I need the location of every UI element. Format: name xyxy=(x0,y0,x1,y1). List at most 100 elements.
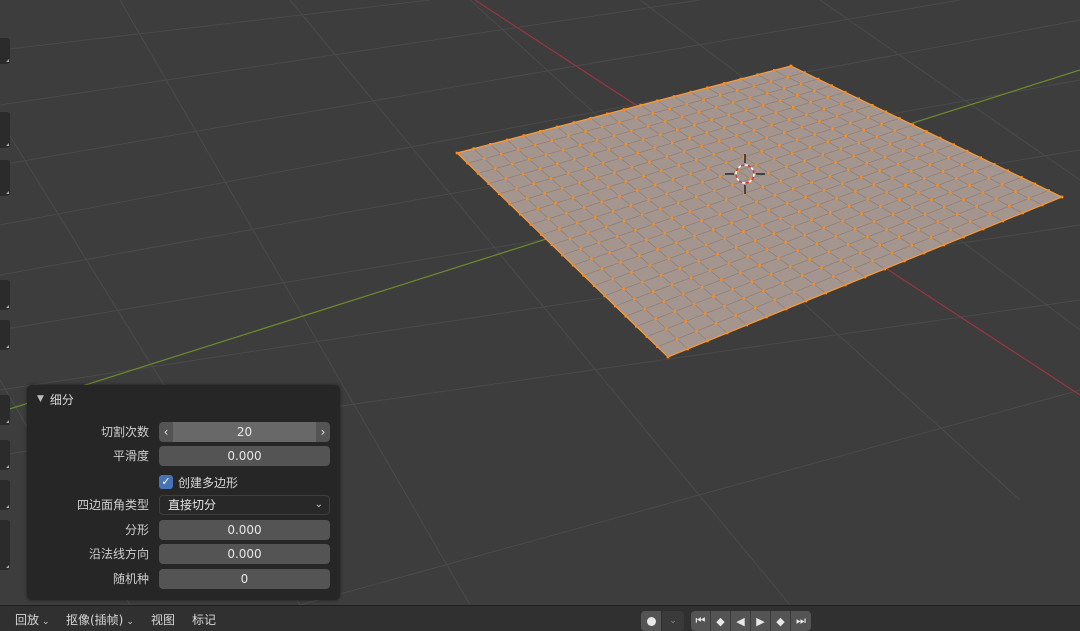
mesh-vertex[interactable] xyxy=(676,128,679,132)
mesh-vertex[interactable] xyxy=(634,116,638,120)
mesh-vertex[interactable] xyxy=(866,235,869,239)
mesh-vertex[interactable] xyxy=(643,307,647,311)
mesh-vertex[interactable] xyxy=(761,103,765,107)
mesh-vertex[interactable] xyxy=(925,130,928,133)
mesh-vertex[interactable] xyxy=(800,274,804,277)
mesh-vertex[interactable] xyxy=(936,184,939,187)
mesh-vertex[interactable] xyxy=(753,306,757,310)
mesh-vertex[interactable] xyxy=(543,192,546,195)
mesh-vertex[interactable] xyxy=(685,102,688,106)
mesh-vertex[interactable] xyxy=(844,134,847,138)
tool-icon[interactable] xyxy=(0,160,10,196)
mesh-vertex[interactable] xyxy=(567,172,570,175)
mesh-vertex[interactable] xyxy=(719,175,722,178)
mesh-vertex[interactable] xyxy=(684,320,687,323)
mesh-vertex[interactable] xyxy=(779,217,782,220)
mesh-vertex[interactable] xyxy=(725,198,728,201)
mesh-vertex[interactable] xyxy=(756,73,759,76)
mesh-vertex[interactable] xyxy=(853,227,857,231)
mesh-vertex[interactable] xyxy=(863,275,867,279)
mesh-vertex[interactable] xyxy=(701,181,704,184)
mesh-vertex[interactable] xyxy=(590,152,593,156)
mesh-vertex[interactable] xyxy=(797,173,801,177)
mesh-vertex[interactable] xyxy=(618,194,621,198)
prev-keyframe-icon[interactable]: ◆ xyxy=(711,611,731,631)
mesh-vertex[interactable] xyxy=(521,172,525,176)
along-normal-field[interactable]: 0.000 xyxy=(159,544,330,564)
mesh-vertex[interactable] xyxy=(911,123,915,127)
mesh-vertex[interactable] xyxy=(781,281,784,285)
mesh-vertex[interactable] xyxy=(828,174,832,178)
mesh-vertex[interactable] xyxy=(903,259,906,263)
mesh-vertex[interactable] xyxy=(632,297,636,301)
mesh-vertex[interactable] xyxy=(665,192,668,196)
mesh-vertex[interactable] xyxy=(803,159,806,163)
mesh-vertex[interactable] xyxy=(544,153,548,156)
mesh-vertex[interactable] xyxy=(798,210,801,213)
mesh-vertex[interactable] xyxy=(550,139,554,142)
mesh-vertex[interactable] xyxy=(922,251,926,255)
mesh-vertex[interactable] xyxy=(519,212,522,216)
mesh-vertex[interactable] xyxy=(717,139,721,143)
mesh-vertex[interactable] xyxy=(988,212,992,216)
mesh-vertex[interactable] xyxy=(589,116,592,120)
mesh-vertex[interactable] xyxy=(941,170,945,173)
mesh-vertex[interactable] xyxy=(928,163,932,166)
mesh-vertex[interactable] xyxy=(558,227,561,231)
random-seed-field[interactable]: 0 xyxy=(159,569,330,589)
mesh-vertex[interactable] xyxy=(653,183,657,187)
mesh-vertex[interactable] xyxy=(910,243,913,247)
mesh-vertex[interactable] xyxy=(730,147,733,151)
mesh-vertex[interactable] xyxy=(636,151,639,155)
mesh-vertex[interactable] xyxy=(725,331,729,335)
keying-menu[interactable]: 抠像(插帧) ⌄ xyxy=(66,612,134,628)
mesh-vertex[interactable] xyxy=(595,176,599,179)
mesh-vertex[interactable] xyxy=(857,141,861,145)
mesh-vertex[interactable] xyxy=(652,222,655,226)
mesh-vertex[interactable] xyxy=(536,207,540,211)
tool-icon[interactable] xyxy=(0,112,10,148)
auto-keying-button[interactable] xyxy=(641,611,661,631)
mesh-vertex[interactable] xyxy=(804,299,808,303)
mesh-vertex[interactable] xyxy=(708,269,712,272)
mesh-vertex[interactable] xyxy=(815,242,819,245)
panel-header[interactable]: ▼ 细分 xyxy=(37,391,74,407)
mesh-vertex[interactable] xyxy=(933,149,937,153)
mesh-vertex[interactable] xyxy=(960,163,964,166)
mesh-vertex[interactable] xyxy=(785,165,788,169)
chevron-right-icon[interactable]: › xyxy=(316,422,330,442)
mesh-vertex[interactable] xyxy=(578,181,581,185)
mesh-vertex[interactable] xyxy=(601,125,604,129)
mesh-vertex[interactable] xyxy=(645,238,648,242)
mesh-vertex[interactable] xyxy=(706,86,709,90)
mesh-vertex[interactable] xyxy=(642,174,645,178)
mesh-vertex[interactable] xyxy=(955,177,958,180)
mesh-vertex[interactable] xyxy=(752,84,756,88)
tool-icon[interactable] xyxy=(0,440,10,470)
mesh-vertex[interactable] xyxy=(666,355,670,359)
mesh-vertex[interactable] xyxy=(601,162,605,165)
mesh-vertex[interactable] xyxy=(706,204,710,207)
mesh-vertex[interactable] xyxy=(871,259,874,263)
mesh-vertex[interactable] xyxy=(695,158,698,162)
mesh-vertex[interactable] xyxy=(529,223,533,226)
mesh-vertex[interactable] xyxy=(752,129,756,132)
mesh-vertex[interactable] xyxy=(929,236,933,239)
mesh-vertex[interactable] xyxy=(897,236,901,239)
mesh-vertex[interactable] xyxy=(608,251,612,254)
keying-options-dropdown[interactable]: ⌄ xyxy=(662,611,684,631)
mesh-vertex[interactable] xyxy=(795,138,799,142)
jump-start-icon[interactable]: ⏮ xyxy=(691,611,711,631)
mesh-vertex[interactable] xyxy=(884,110,888,114)
mesh-vertex[interactable] xyxy=(565,211,568,215)
mesh-vertex[interactable] xyxy=(793,290,796,294)
mesh-vertex[interactable] xyxy=(613,304,617,308)
mesh-vertex[interactable] xyxy=(727,113,731,117)
tool-icon[interactable] xyxy=(0,480,10,510)
mesh-vertex[interactable] xyxy=(846,243,850,246)
mesh-vertex[interactable] xyxy=(824,291,827,295)
mesh-vertex[interactable] xyxy=(816,77,820,81)
mesh-vertex[interactable] xyxy=(711,228,715,231)
mesh-vertex[interactable] xyxy=(722,82,726,85)
mesh-vertex[interactable] xyxy=(673,310,677,313)
